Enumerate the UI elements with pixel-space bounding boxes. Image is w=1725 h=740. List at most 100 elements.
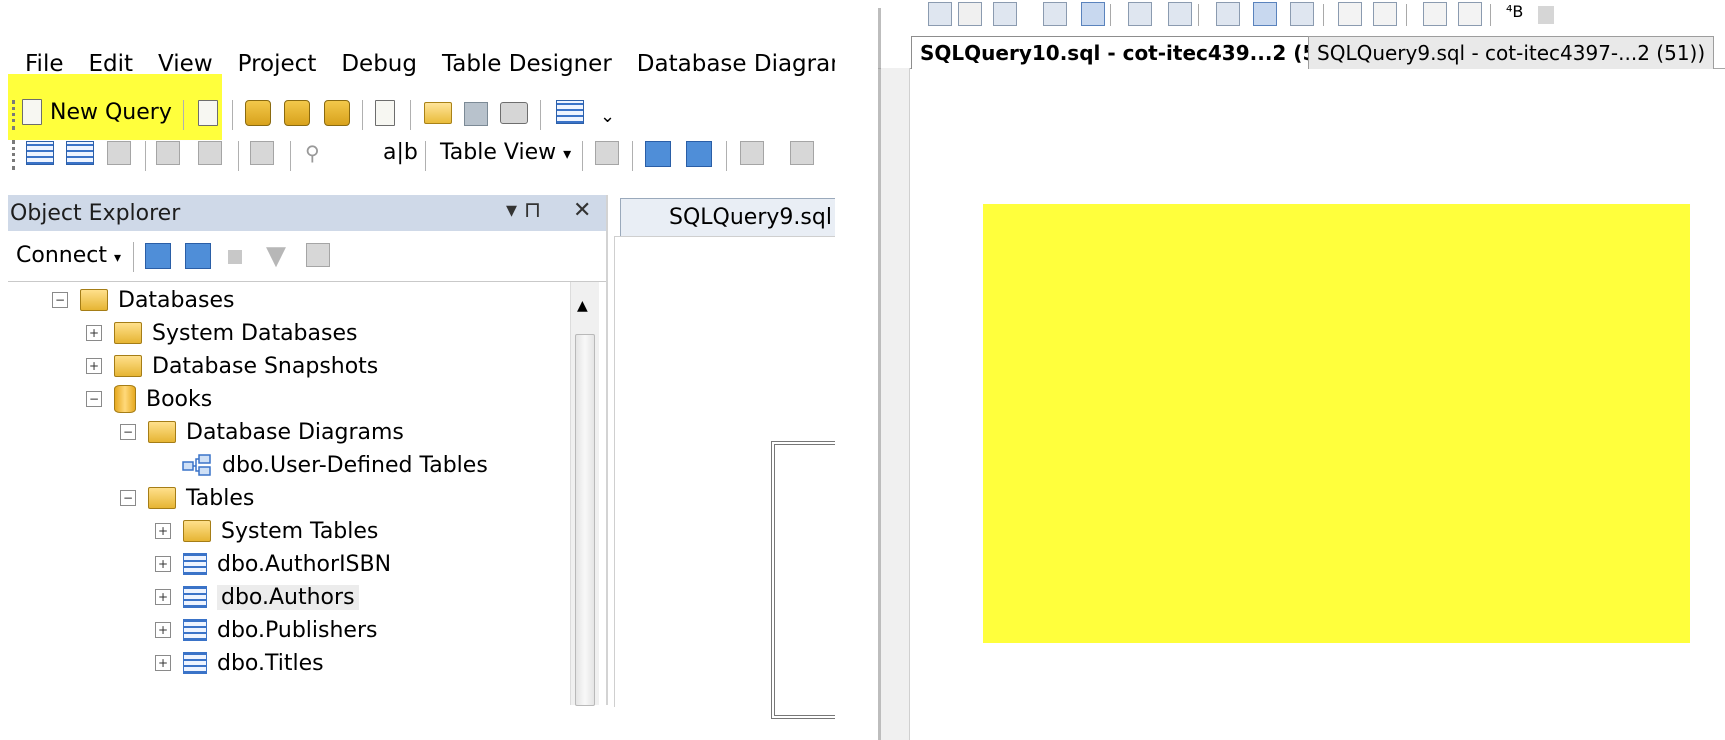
object-explorer-scrollbar[interactable]: ▲: [570, 282, 599, 706]
menu-table-designer[interactable]: Table Designer: [422, 51, 627, 77]
toolbar-separator: [582, 141, 583, 171]
toolbar-icon[interactable]: [1423, 2, 1447, 26]
save-button[interactable]: [464, 102, 488, 126]
mdx-query-button[interactable]: [245, 100, 271, 126]
menu-database-diagram[interactable]: Database Diagram: [617, 51, 835, 77]
new-query-button[interactable]: New Query: [22, 92, 172, 132]
database-engine-query-button[interactable]: [198, 100, 218, 126]
toolbar-icon[interactable]: [1081, 2, 1105, 26]
collapse-icon[interactable]: −: [120, 490, 136, 506]
xmla-query-button[interactable]: [324, 100, 350, 126]
stop-button[interactable]: [228, 250, 242, 264]
tree-node-databases[interactable]: − Databases: [52, 283, 234, 317]
filter-button[interactable]: ▼: [266, 241, 286, 271]
connect-button[interactable]: Connect ▾: [16, 243, 121, 268]
add-table-button[interactable]: [66, 141, 94, 165]
toolbar-icon[interactable]: [1338, 2, 1362, 26]
collapse-icon[interactable]: −: [120, 424, 136, 440]
collapse-icon[interactable]: −: [86, 391, 102, 407]
toolbar-grip[interactable]: [12, 140, 18, 170]
scroll-up-arrow-icon[interactable]: ▲: [577, 298, 588, 314]
document-icon: [198, 100, 218, 126]
menu-project[interactable]: Project: [218, 51, 332, 77]
delete-tables-button[interactable]: [156, 141, 180, 165]
connect-server-button[interactable]: [145, 243, 171, 269]
overflow-chevron-icon[interactable]: [1538, 6, 1554, 24]
left-document-tab[interactable]: SQLQuery9.sql -: [620, 198, 835, 237]
toolbar-icon[interactable]: [1168, 2, 1192, 26]
tab-label: SQLQuery10.sql - cot-itec439...2 (57)): [920, 41, 1349, 65]
table-view-dropdown[interactable]: Table View ▾: [440, 140, 571, 165]
tree-node-system-databases[interactable]: + System Databases: [86, 316, 357, 350]
toolbar-grip[interactable]: [12, 100, 18, 130]
change-name-display-button[interactable]: [595, 141, 619, 165]
refresh-button[interactable]: [306, 243, 330, 267]
toolbar-separator: [290, 141, 291, 171]
generate-script-button[interactable]: [250, 141, 274, 165]
tree-node-database-diagrams[interactable]: − Database Diagrams: [120, 415, 404, 449]
collapse-icon[interactable]: −: [52, 292, 68, 308]
menu-edit[interactable]: Edit: [69, 51, 149, 77]
menu-view[interactable]: View: [138, 51, 228, 77]
toolbar-tail-button[interactable]: ⁴B: [1506, 2, 1523, 21]
expand-icon[interactable]: +: [155, 556, 171, 572]
tree-node-system-tables[interactable]: + System Tables: [155, 514, 378, 548]
tab-sqlquery9[interactable]: SQLQuery9.sql - cot-itec4397-...2 (51)): [1308, 36, 1715, 69]
toolbar-separator: [425, 141, 426, 171]
tree-node-database-snapshots[interactable]: + Database Snapshots: [86, 349, 378, 383]
view-page-breaks-button[interactable]: [790, 141, 814, 165]
close-icon[interactable]: ✕: [573, 198, 591, 223]
toolbar-overflow-button[interactable]: ⌄: [600, 106, 615, 127]
toolbar-icon[interactable]: [1458, 2, 1482, 26]
check-icon[interactable]: [958, 2, 982, 26]
arrange-selection-button[interactable]: [645, 141, 671, 167]
expand-icon[interactable]: +: [86, 325, 102, 341]
toolbar-icon[interactable]: [928, 2, 952, 26]
tree-node-publishers[interactable]: + dbo.Publishers: [155, 613, 377, 647]
tab-sqlquery10[interactable]: SQLQuery10.sql - cot-itec439...2 (57)): [911, 36, 1358, 69]
toolbar-separator: [1406, 4, 1407, 26]
disconnect-button[interactable]: [185, 243, 211, 269]
mdx-icon: [245, 100, 271, 126]
toolbar-icon[interactable]: [1216, 2, 1240, 26]
object-explorer-toolbar: Connect ▾ ▼: [8, 233, 606, 282]
dmx-query-button[interactable]: [284, 100, 310, 126]
toolbar-icon[interactable]: [1043, 2, 1067, 26]
toolbar-icon[interactable]: [1128, 2, 1152, 26]
folder-icon: [114, 355, 142, 377]
activity-monitor-button[interactable]: [556, 100, 584, 124]
expand-icon[interactable]: +: [155, 523, 171, 539]
menu-file[interactable]: File: [0, 51, 79, 77]
tree-node-tables[interactable]: − Tables: [120, 481, 254, 515]
table-icon: [183, 553, 207, 575]
expand-icon[interactable]: +: [155, 622, 171, 638]
arrange-tables-button[interactable]: [686, 141, 712, 167]
edit-label-button[interactable]: a|b: [383, 140, 418, 165]
open-file-button[interactable]: [424, 102, 452, 124]
toolbar-icon[interactable]: [993, 2, 1017, 26]
print-button[interactable]: [500, 102, 528, 124]
add-related-tables-button[interactable]: [107, 141, 131, 165]
new-table-button[interactable]: [26, 141, 54, 165]
tree-node-authors[interactable]: + dbo.Authors: [155, 580, 359, 614]
toolbar-icon[interactable]: [1373, 2, 1397, 26]
table-icon: [183, 652, 207, 674]
tree-node-titles[interactable]: + dbo.Titles: [155, 646, 324, 680]
expand-icon[interactable]: +: [155, 655, 171, 671]
toolbar-icon[interactable]: [1290, 2, 1314, 26]
menu-debug[interactable]: Debug: [321, 51, 432, 77]
tree-node-user-defined-tables-diagram[interactable]: dbo.User-Defined Tables: [182, 448, 488, 482]
overflow-chevron-icon: ⌄: [600, 106, 616, 127]
toolbar-icon[interactable]: [1253, 2, 1277, 26]
autosize-button[interactable]: [740, 141, 764, 165]
expand-icon[interactable]: +: [86, 358, 102, 374]
pin-icon[interactable]: ▾ ⊓: [506, 198, 541, 223]
remove-from-diagram-button[interactable]: [198, 141, 222, 165]
tree-node-books[interactable]: − Books: [86, 382, 212, 416]
expand-icon[interactable]: +: [155, 589, 171, 605]
tree-node-authorisbn[interactable]: + dbo.AuthorISBN: [155, 547, 391, 581]
set-primary-key-button[interactable]: ⚲: [305, 141, 320, 165]
scrollbar-thumb[interactable]: [575, 334, 595, 706]
sql-compact-query-button[interactable]: [375, 100, 395, 126]
new-table-icon: [26, 141, 54, 165]
